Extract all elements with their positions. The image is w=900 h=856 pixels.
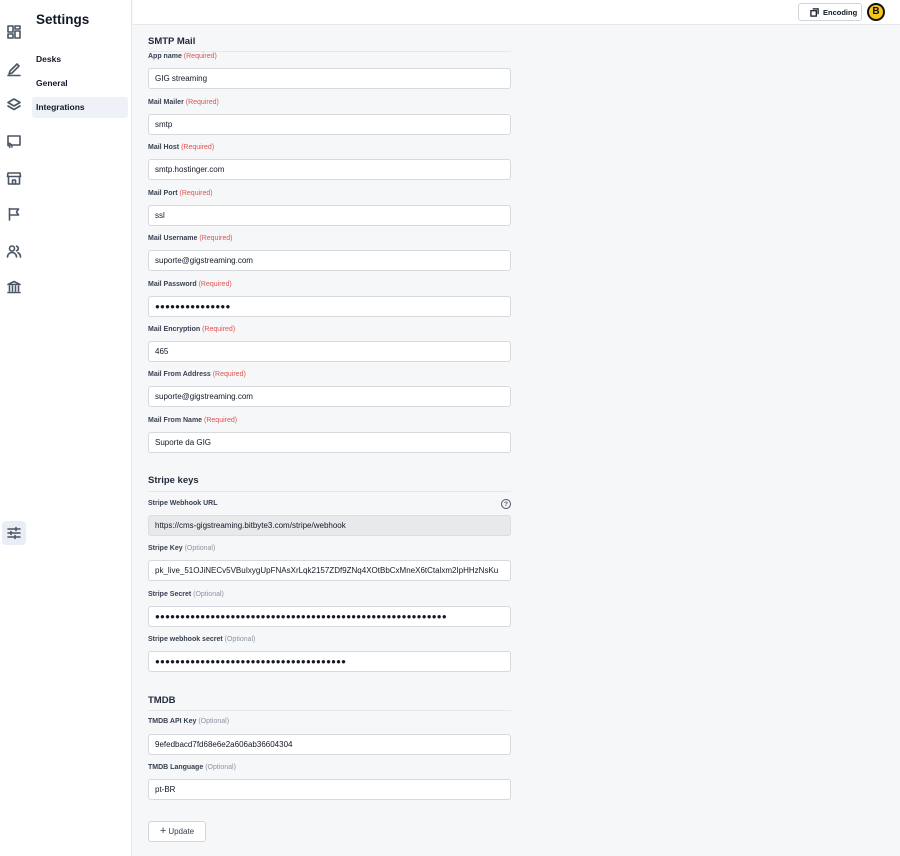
mail-username-label: Mail Username (Required) — [148, 235, 233, 242]
encoding-icon — [810, 7, 819, 17]
encoding-label: Encoding — [823, 7, 858, 17]
icon-rail — [0, 0, 28, 856]
smtp-divider — [148, 51, 511, 52]
mail-port-label: Mail Port (Required) — [148, 190, 213, 197]
avatar-letter: B — [869, 5, 883, 19]
mail-encryption-input[interactable]: 465 — [148, 341, 511, 362]
encoding-button[interactable]: Encoding — [798, 3, 862, 21]
nav-item-integrations[interactable]: Integrations — [32, 97, 128, 118]
smtp-section-title: SMTP Mail — [148, 36, 196, 47]
sliders-icon[interactable] — [2, 521, 26, 545]
mail-encryption-label: Mail Encryption (Required) — [148, 326, 236, 333]
users-icon[interactable] — [2, 239, 26, 263]
tmdb-section-title: TMDB — [148, 695, 176, 706]
mail-from-address-label: Mail From Address (Required) — [148, 371, 246, 378]
app-name-label: App name (Required) — [148, 53, 217, 60]
mail-port-input[interactable]: ssl — [148, 205, 511, 226]
stripe-webhook-url-input[interactable]: https://cms-gigstreaming.bitbyte3.com/st… — [148, 515, 511, 536]
stripe-webhook-secret-label: Stripe webhook secret (Optional) — [148, 636, 256, 643]
nav-item-general[interactable]: General — [32, 73, 128, 94]
plus-icon: + — [159, 825, 167, 837]
avatar[interactable]: B — [867, 3, 885, 21]
mail-from-name-input[interactable]: Suporte da GIG — [148, 432, 511, 453]
tmdb-language-label: TMDB Language (Optional) — [148, 764, 236, 771]
layers-icon[interactable] — [2, 93, 26, 117]
stripe-secret-input[interactable]: ●●●●●●●●●●●●●●●●●●●●●●●●●●●●●●●●●●●●●●●●… — [148, 606, 511, 627]
nav-title: Settings — [36, 12, 90, 27]
stripe-key-label: Stripe Key (Optional) — [148, 545, 216, 552]
mail-host-label: Mail Host (Required) — [148, 144, 215, 151]
tmdb-divider — [148, 710, 511, 711]
stripe-webhook-secret-input[interactable]: ●●●●●●●●●●●●●●●●●●●●●●●●●●●●●●●●●●●●●● — [148, 651, 511, 672]
mail-username-input[interactable]: suporte@gigstreaming.com — [148, 250, 511, 271]
nav-item-desks[interactable]: Desks — [32, 49, 128, 70]
mail-mailer-label: Mail Mailer (Required) — [148, 99, 219, 106]
help-icon[interactable]: ? — [501, 499, 511, 509]
app-name-input[interactable]: GIG streaming — [148, 68, 511, 89]
tmdb-api-key-label: TMDB API Key (Optional) — [148, 718, 230, 725]
mail-from-name-label: Mail From Name (Required) — [148, 417, 238, 424]
dashboard-icon[interactable] — [2, 20, 26, 44]
tmdb-api-key-input[interactable]: 9efedbacd7fd68e6e2a606ab36604304 — [148, 734, 511, 755]
mail-password-input[interactable]: ●●●●●●●●●●●●●●● — [148, 296, 511, 317]
cast-icon[interactable] — [2, 129, 26, 153]
stripe-webhook-url-label: Stripe Webhook URL — [148, 500, 218, 507]
stripe-section-title: Stripe keys — [148, 475, 199, 486]
tmdb-language-input[interactable]: pt-BR — [148, 779, 511, 800]
mail-host-input[interactable]: smtp.hostinger.com — [148, 159, 511, 180]
mail-mailer-input[interactable]: smtp — [148, 114, 511, 135]
stripe-secret-label: Stripe Secret (Optional) — [148, 591, 224, 598]
pencil-icon[interactable] — [2, 57, 26, 81]
stripe-key-input[interactable]: pk_live_51OJiNECv5VBuIxygUpFNAsXrLqk2157… — [148, 560, 511, 581]
mail-password-label: Mail Password (Required) — [148, 281, 232, 288]
flag-icon[interactable] — [2, 202, 26, 226]
update-button[interactable]: + Update — [148, 821, 206, 842]
bank-icon[interactable] — [2, 275, 26, 299]
update-label: Update — [168, 827, 195, 836]
settings-nav: Settings Desks General Integrations — [28, 0, 132, 856]
mail-from-address-input[interactable]: suporte@gigstreaming.com — [148, 386, 511, 407]
stripe-divider — [148, 491, 511, 492]
topbar: Encoding B — [133, 0, 900, 25]
storefront-icon[interactable] — [2, 166, 26, 190]
